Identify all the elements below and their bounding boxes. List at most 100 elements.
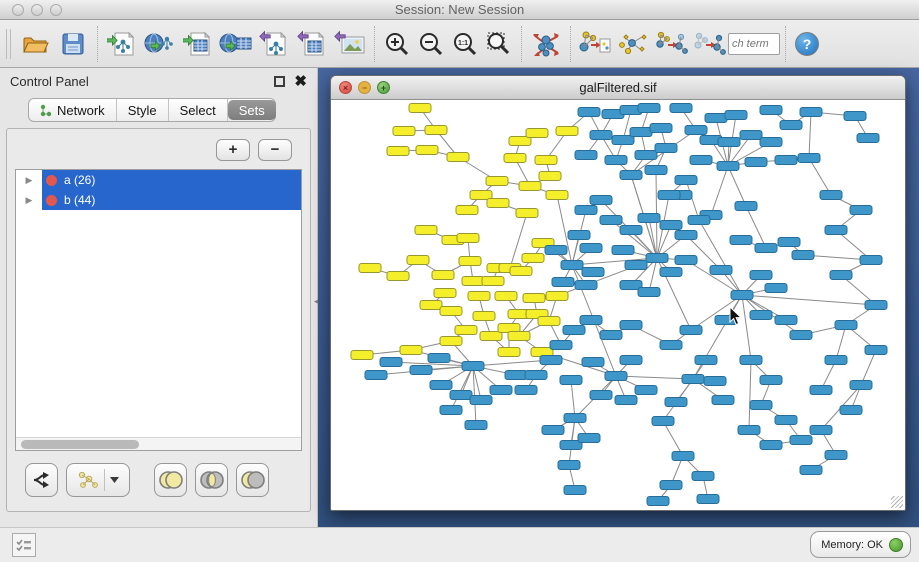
graph-node-blue[interactable] <box>750 311 772 320</box>
graph-node-yellow[interactable] <box>538 317 560 326</box>
export-image-button[interactable] <box>331 24 369 64</box>
graph-node-blue[interactable] <box>835 321 857 330</box>
graph-node-blue[interactable] <box>620 226 642 235</box>
graph-node-blue[interactable] <box>750 271 772 280</box>
graph-node-blue[interactable] <box>647 497 669 506</box>
graph-node-blue[interactable] <box>704 377 726 386</box>
graph-node-yellow[interactable] <box>468 292 490 301</box>
graph-node-blue[interactable] <box>825 451 847 460</box>
graph-node-blue[interactable] <box>755 244 777 253</box>
expand-arrow-icon[interactable]: ▶ <box>16 195 42 206</box>
graph-node-yellow[interactable] <box>400 346 422 355</box>
graph-node-blue[interactable] <box>515 386 537 395</box>
graph-node-blue[interactable] <box>658 191 680 200</box>
open-session-button[interactable] <box>16 24 54 64</box>
difference-sets-button[interactable] <box>236 463 269 497</box>
zoom-fit-selected-button[interactable] <box>482 24 516 64</box>
graph-node-blue[interactable] <box>865 346 887 355</box>
graph-node-blue[interactable] <box>692 472 714 481</box>
graph-node-blue[interactable] <box>563 326 585 335</box>
tab-network[interactable]: Network <box>29 99 117 121</box>
graph-node-blue[interactable] <box>690 156 712 165</box>
graph-node-blue[interactable] <box>600 216 622 225</box>
graph-node-blue[interactable] <box>620 171 642 180</box>
graph-node-blue[interactable] <box>740 356 762 365</box>
graph-node-yellow[interactable] <box>546 292 568 301</box>
graph-node-yellow[interactable] <box>526 129 548 138</box>
graph-node-blue[interactable] <box>650 124 672 133</box>
graph-node-blue[interactable] <box>738 426 760 435</box>
graph-node-yellow[interactable] <box>425 126 447 135</box>
graph-node-blue[interactable] <box>730 236 752 245</box>
graph-node-blue[interactable] <box>790 331 812 340</box>
memory-status-button[interactable]: Memory: OK <box>810 531 911 558</box>
graph-node-blue[interactable] <box>810 426 832 435</box>
graph-node-yellow[interactable] <box>440 337 462 346</box>
graph-node-blue[interactable] <box>645 166 667 175</box>
graph-node-yellow[interactable] <box>556 127 578 136</box>
graph-node-yellow[interactable] <box>387 272 409 281</box>
graph-node-blue[interactable] <box>525 371 547 380</box>
graph-node-yellow[interactable] <box>498 348 520 357</box>
graph-node-blue[interactable] <box>790 436 812 445</box>
horizontal-scrollbar[interactable] <box>16 437 301 450</box>
graph-node-blue[interactable] <box>540 356 562 365</box>
help-button[interactable]: ? <box>795 32 819 56</box>
graph-node-yellow[interactable] <box>434 289 456 298</box>
graph-node-blue[interactable] <box>545 246 567 255</box>
graph-node-blue[interactable] <box>578 434 600 443</box>
graph-node-blue[interactable] <box>825 226 847 235</box>
graph-node-blue[interactable] <box>830 271 852 280</box>
graph-node-blue[interactable] <box>865 301 887 310</box>
graph-node-yellow[interactable] <box>539 172 561 181</box>
graph-node-blue[interactable] <box>590 196 612 205</box>
graph-node-yellow[interactable] <box>495 292 517 301</box>
graph-node-blue[interactable] <box>505 371 527 380</box>
graph-node-yellow[interactable] <box>486 177 508 186</box>
set-row[interactable]: ▶ b (44) <box>16 190 301 210</box>
graph-node-blue[interactable] <box>710 266 732 275</box>
select-first-neighbors-button[interactable] <box>614 24 652 64</box>
remove-set-button[interactable]: − <box>258 139 292 161</box>
graph-node-blue[interactable] <box>646 254 668 263</box>
copy-network-button[interactable] <box>652 24 690 64</box>
graph-node-blue[interactable] <box>564 414 586 423</box>
graph-node-yellow[interactable] <box>487 199 509 208</box>
graph-node-blue[interactable] <box>675 256 697 265</box>
graph-node-yellow[interactable] <box>432 271 454 280</box>
graph-node-blue[interactable] <box>600 331 622 340</box>
graph-node-blue[interactable] <box>860 256 882 265</box>
graph-node-blue[interactable] <box>620 356 642 365</box>
graph-node-yellow[interactable] <box>510 267 532 276</box>
graph-node-yellow[interactable] <box>504 154 526 163</box>
graph-node-yellow[interactable] <box>535 156 557 165</box>
graph-node-yellow[interactable] <box>459 257 481 266</box>
graph-node-yellow[interactable] <box>480 332 502 341</box>
zoom-actual-size-button[interactable]: 1:1 <box>448 24 482 64</box>
graph-node-blue[interactable] <box>638 214 660 223</box>
graph-node-blue[interactable] <box>798 154 820 163</box>
graph-node-yellow[interactable] <box>420 301 442 310</box>
graph-node-blue[interactable] <box>635 151 657 160</box>
search-input[interactable] <box>728 33 780 55</box>
graph-node-blue[interactable] <box>550 341 572 350</box>
graph-node-blue[interactable] <box>635 386 657 395</box>
graph-node-yellow[interactable] <box>387 147 409 156</box>
graph-node-blue[interactable] <box>760 106 782 115</box>
graph-node-blue[interactable] <box>428 354 450 363</box>
graph-node-blue[interactable] <box>490 386 512 395</box>
import-table-url-button[interactable] <box>217 24 255 64</box>
graph-node-blue[interactable] <box>775 156 797 165</box>
graph-node-blue[interactable] <box>620 321 642 330</box>
graph-node-blue[interactable] <box>615 396 637 405</box>
graph-node-blue[interactable] <box>844 112 866 121</box>
set-row[interactable]: ▶ a (26) <box>16 170 301 190</box>
graph-node-blue[interactable] <box>820 191 842 200</box>
import-table-file-button[interactable] <box>179 24 217 64</box>
graph-node-blue[interactable] <box>717 162 739 171</box>
graph-node-blue[interactable] <box>575 281 597 290</box>
graph-node-blue[interactable] <box>750 401 772 410</box>
graph-node-blue[interactable] <box>697 495 719 504</box>
graph-node-blue[interactable] <box>705 114 727 123</box>
graph-node-blue[interactable] <box>612 246 634 255</box>
